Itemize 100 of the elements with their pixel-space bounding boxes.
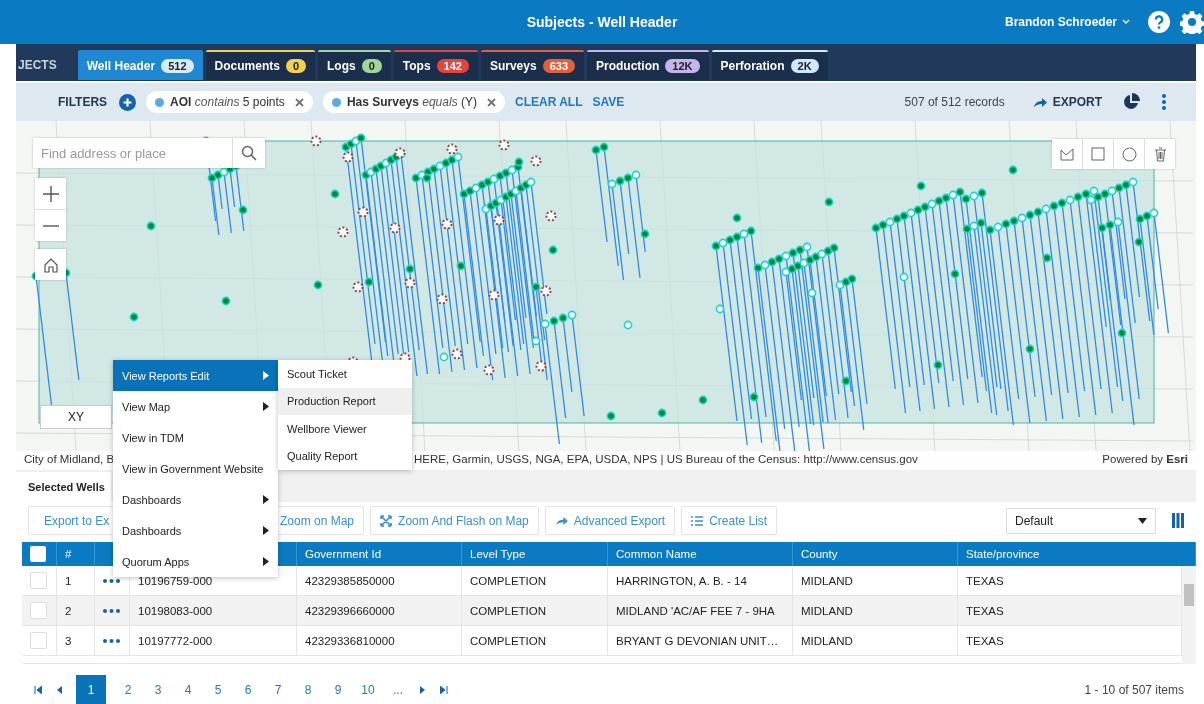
circle-tool-button[interactable] (1114, 139, 1144, 169)
page-link[interactable]: 10 (360, 675, 376, 704)
table-cell: 2 (57, 596, 95, 625)
home-button[interactable] (35, 249, 66, 280)
tab[interactable]: JECTS (16, 48, 75, 80)
list-icon (691, 514, 704, 527)
page-link[interactable]: 2 (120, 675, 136, 704)
panel-tab[interactable]: Selected Wells (16, 472, 111, 502)
view-dropdown[interactable]: Default (1006, 507, 1156, 534)
table-cell: 42329385850000 (297, 566, 462, 595)
more-actions-icon[interactable] (103, 638, 120, 643)
menu-item[interactable]: Wellbore Viewer (278, 415, 412, 443)
help-icon[interactable] (1148, 11, 1170, 33)
page-link[interactable]: 4 (180, 675, 196, 704)
scrollbar[interactable] (1182, 566, 1196, 664)
submenu-arrow-icon (263, 557, 269, 566)
row-checkbox[interactable] (30, 602, 47, 619)
filters-label: FILTERS (58, 95, 108, 109)
zoom-in-button[interactable] (35, 178, 66, 209)
menu-item[interactable]: View Reports Edit (113, 360, 278, 391)
filter-dot-icon (155, 97, 165, 107)
select-all-checkbox[interactable] (30, 546, 46, 562)
menu-item[interactable]: View Map (113, 391, 278, 422)
more-options-icon[interactable] (1162, 94, 1166, 110)
count-badge: 142 (436, 59, 469, 73)
column-header[interactable]: County (793, 542, 958, 566)
table-cell: COMPLETION (462, 626, 608, 655)
square-icon (1091, 147, 1105, 161)
count-badge: 633 (542, 59, 575, 73)
page-link[interactable]: 7 (270, 675, 286, 704)
table-cell: MIDLAND 'AC/AF FEE 7 - 9HA (608, 596, 793, 625)
tab[interactable]: Well Header 512 (77, 50, 203, 80)
previous-page-icon[interactable] (56, 686, 62, 694)
row-checkbox[interactable] (30, 572, 47, 589)
page-link[interactable]: 1 (76, 675, 106, 704)
filter-dot-icon (331, 97, 341, 107)
table-cell: 10197772-000 (130, 626, 297, 655)
table-cell: 1 (57, 566, 95, 595)
count-badge: 0 (361, 59, 382, 73)
menu-item[interactable]: Scout Ticket (278, 360, 412, 388)
columns-icon[interactable] (1172, 513, 1184, 528)
column-header[interactable]: Common Name (608, 542, 793, 566)
page-link[interactable]: 5 (210, 675, 226, 704)
add-filter-icon[interactable] (119, 93, 137, 111)
menu-item[interactable]: Production Report (278, 387, 412, 415)
table-cell: COMPLETION (462, 596, 608, 625)
home-icon (42, 256, 59, 273)
submenu-arrow-icon (263, 402, 269, 411)
filter-chip[interactable]: Has Surveys equals (Y) (322, 91, 505, 113)
next-page-icon[interactable] (420, 686, 426, 694)
toolbar-button[interactable]: Export to Ex (28, 506, 114, 535)
page-link[interactable]: 3 (150, 675, 166, 704)
map-picture[interactable] (16, 121, 1193, 451)
user-menu[interactable]: Brandon Schroeder (1004, 15, 1130, 29)
close-icon[interactable] (487, 97, 496, 107)
page-link[interactable]: 8 (300, 675, 316, 704)
tab[interactable]: Perforation 2K (711, 50, 828, 80)
tab[interactable]: Surveys 633 (480, 50, 584, 80)
menu-item[interactable]: View in Government Website (113, 453, 278, 484)
delete-button[interactable] (1145, 139, 1175, 169)
page-link[interactable]: 6 (240, 675, 256, 704)
zoom-out-button[interactable] (35, 210, 66, 241)
table-cell: MIDLAND (793, 566, 958, 595)
pie-chart-icon[interactable] (1122, 93, 1140, 111)
save-link[interactable]: SAVE (592, 95, 625, 109)
close-icon[interactable] (294, 97, 304, 107)
tab[interactable]: Documents 0 (205, 50, 315, 80)
powered-by-text: Powered by Esri (1102, 452, 1188, 465)
menu-item[interactable]: View in TDM (113, 422, 278, 453)
filter-chip[interactable]: AOI contains 5 points (146, 91, 313, 113)
clear-all-link[interactable]: CLEAR ALL (515, 95, 583, 109)
more-actions-icon[interactable] (103, 608, 120, 613)
settings-icon[interactable] (1180, 10, 1204, 34)
toolbar-button[interactable]: Advanced Export (544, 506, 676, 535)
tab[interactable]: Production 12K (587, 50, 709, 80)
window-title: Subjects - Well Header (526, 14, 678, 30)
xy-button[interactable]: XY (40, 405, 112, 429)
tab[interactable]: Tops 142 (393, 50, 478, 80)
share-arrow-icon (1032, 96, 1047, 108)
column-header[interactable]: Government Id (297, 542, 462, 566)
column-header[interactable]: Level Type (462, 542, 608, 566)
toolbar-button[interactable]: Zoom And Flash on Map (370, 506, 539, 535)
table-cell: 42329396660000 (297, 596, 462, 625)
column-header[interactable]: # (57, 542, 95, 566)
caret-icon (1138, 517, 1147, 524)
last-page-icon[interactable] (440, 686, 448, 694)
page-link[interactable]: ... (390, 675, 406, 704)
toolbar-button[interactable]: Create List (681, 506, 778, 535)
attribution-text: HERE, Garmin, USGS, NGA, EPA, USDA, NPS | US Bureau of the Census: http://www.census.gov (414, 452, 918, 465)
search-icon[interactable] (241, 145, 257, 161)
more-actions-icon[interactable] (103, 578, 120, 583)
count-badge: 0 (285, 59, 306, 73)
menu-item[interactable]: Quality Report (278, 442, 412, 470)
search-field[interactable]: Find address or place (33, 138, 265, 168)
table-cell: MIDLAND (793, 596, 958, 625)
tab[interactable]: Logs 0 (318, 50, 391, 80)
first-page-icon[interactable] (34, 686, 42, 694)
export-button[interactable]: EXPORT (1032, 95, 1102, 109)
row-checkbox[interactable] (30, 632, 47, 649)
page-link[interactable]: 9 (330, 675, 346, 704)
